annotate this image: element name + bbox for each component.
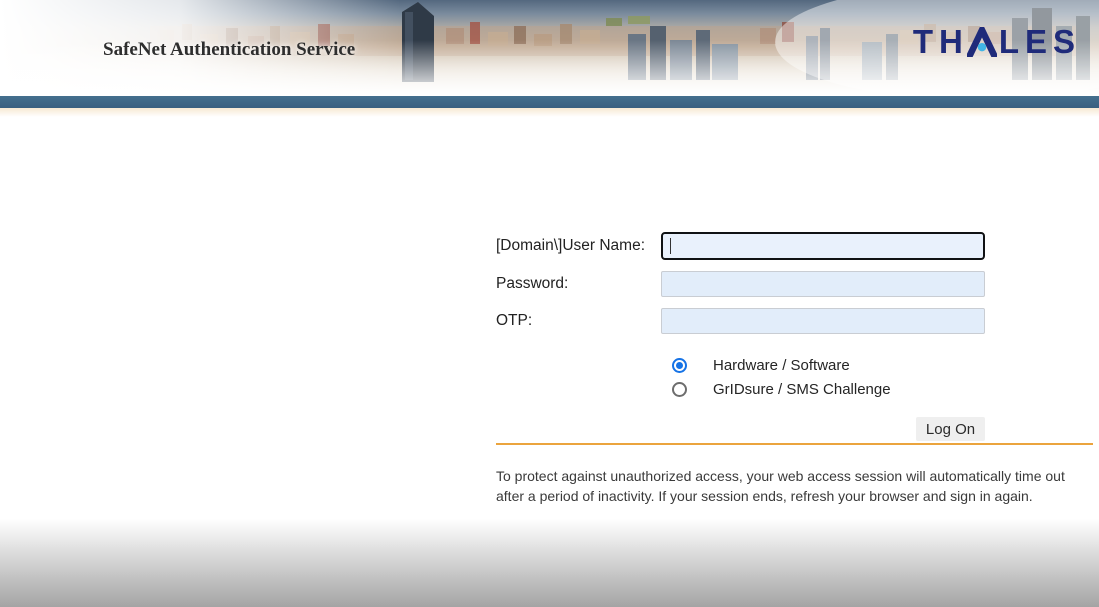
session-timeout-notice: To protect against unauthorized access, … [496,466,1096,506]
thales-logo-suffix: LES [999,27,1081,57]
password-label: Password: [496,270,568,298]
username-label: [Domain\]User Name: [496,232,645,260]
otp-row: OTP: [496,307,1093,335]
password-input[interactable] [661,271,985,297]
otp-input-wrap [661,307,985,335]
username-row: [Domain\]User Name: [496,232,1093,260]
footer-gradient [0,519,1099,607]
password-input-wrap [661,270,985,298]
radio-hardware-software[interactable] [672,358,687,373]
password-row: Password: [496,270,1093,298]
orange-divider [496,443,1093,445]
header-divider-bar [0,96,1099,108]
thales-logo-a-icon [967,27,997,57]
token-option-hardware-row: Hardware / Software [496,355,1093,377]
username-input[interactable] [661,232,985,260]
otp-label: OTP: [496,307,532,335]
header-banner: SafeNet Authentication Service TH LES [0,0,1099,97]
username-input-wrap [661,232,985,260]
thales-logo: TH LES [913,27,1081,57]
otp-input[interactable] [661,308,985,334]
text-caret [670,238,671,254]
radio-gridsure-sms-label[interactable]: GrIDsure / SMS Challenge [713,379,891,401]
radio-gridsure-sms[interactable] [672,382,687,397]
page-title: SafeNet Authentication Service [103,39,355,61]
log-on-button[interactable]: Log On [916,417,985,441]
token-option-gridsure-row: GrIDsure / SMS Challenge [496,379,1093,401]
thales-logo-prefix: TH [913,27,969,57]
header-divider-glow [0,108,1099,117]
login-page: SafeNet Authentication Service TH LES [D… [0,0,1099,607]
radio-hardware-software-label[interactable]: Hardware / Software [713,355,850,377]
